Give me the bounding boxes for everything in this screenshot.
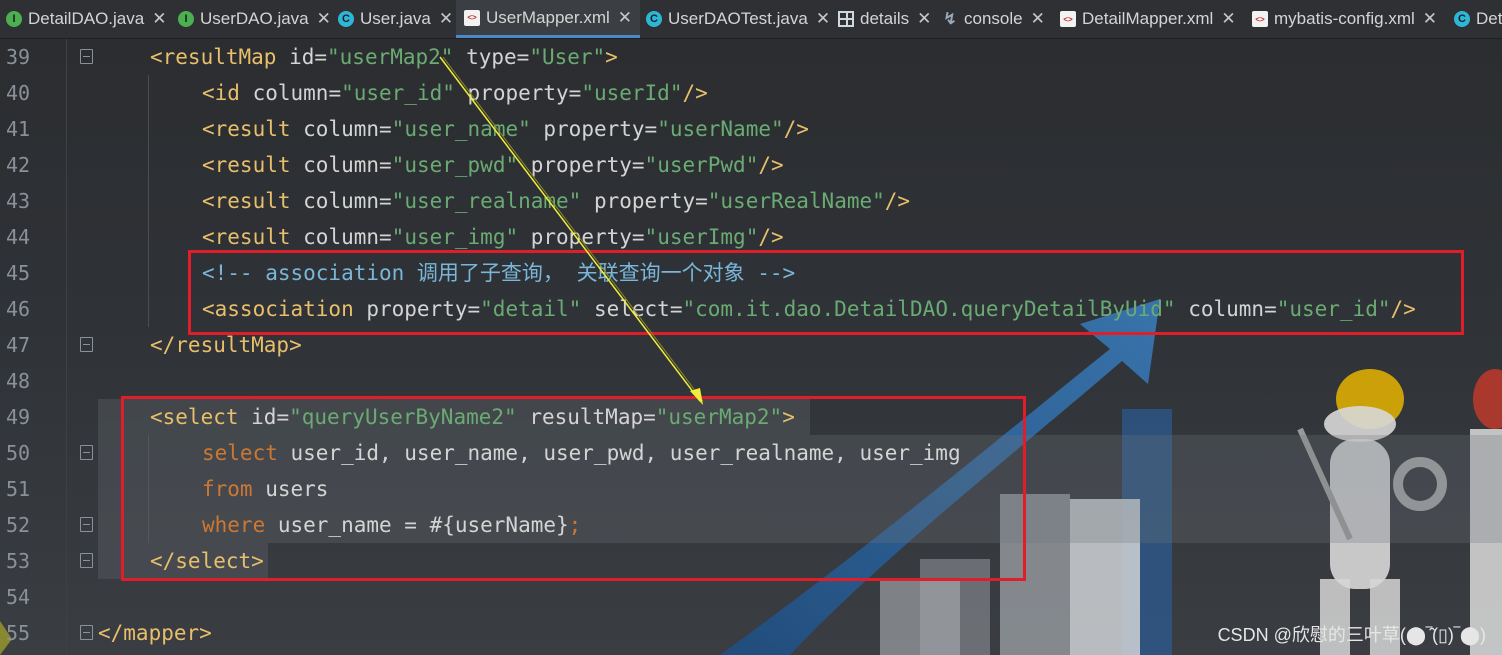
table-icon — [838, 11, 854, 27]
tab-label: mybatis-config.xml — [1274, 9, 1415, 28]
watermark-text: CSDN @欣慰的三叶草(⬤‾̑̑(▯)‾⬤) — [1217, 625, 1486, 645]
close-icon[interactable]: ✕ — [152, 9, 166, 29]
close-icon[interactable]: ✕ — [1423, 9, 1437, 29]
tab-label: UserDAOTest.java — [668, 9, 808, 28]
close-icon[interactable]: ✕ — [317, 9, 331, 29]
tab-detaildao-java[interactable]: I DetailDAO.java ✕ — [6, 0, 166, 38]
console-icon: ↯ — [943, 11, 957, 28]
interface-icon: I — [178, 11, 194, 27]
tab-userdaotest-java[interactable]: C UserDAOTest.java ✕ — [646, 0, 830, 38]
tab-label: details — [860, 9, 910, 28]
tab-label: Det — [1476, 9, 1502, 28]
close-icon[interactable]: ✕ — [439, 9, 453, 29]
tab-label: DetailMapper.xml — [1082, 9, 1214, 28]
tab-console[interactable]: ↯ console ✕ — [942, 0, 1045, 38]
tab-usermapper-xml[interactable]: <> UserMapper.xml ✕ — [456, 0, 641, 38]
tab-userdao-java[interactable]: I UserDAO.java ✕ — [178, 0, 331, 38]
tab-label: UserMapper.xml — [486, 7, 610, 27]
class-icon: C — [1454, 11, 1470, 27]
xml-file-icon: <> — [1060, 11, 1076, 27]
tab-mybatis-config-xml[interactable]: <> mybatis-config.xml ✕ — [1252, 0, 1437, 38]
interface-icon: I — [6, 11, 22, 27]
test-class-icon: C — [646, 11, 662, 27]
tab-label: DetailDAO.java — [28, 9, 145, 28]
tab-details-table[interactable]: details ✕ — [838, 0, 931, 38]
editor-tab-bar: I DetailDAO.java ✕ I UserDAO.java ✕ C Us… — [0, 0, 1502, 39]
close-icon[interactable]: ✕ — [1221, 9, 1235, 29]
class-icon: C — [338, 11, 354, 27]
tab-label: UserDAO.java — [200, 9, 309, 28]
close-icon[interactable]: ✕ — [618, 8, 632, 28]
xml-file-icon: <> — [464, 9, 480, 26]
annotation-arrow — [439, 56, 704, 405]
tab-label: console — [964, 9, 1023, 28]
xml-file-icon: <> — [1252, 11, 1268, 27]
tab-label: User.java — [360, 9, 431, 28]
close-icon[interactable]: ✕ — [917, 9, 931, 29]
close-icon[interactable]: ✕ — [1031, 9, 1045, 29]
close-icon[interactable]: ✕ — [816, 9, 830, 29]
tab-det-truncated[interactable]: C Det — [1454, 0, 1502, 38]
code-editor[interactable]: 39 <resultMap id="userMap2" type="User">… — [0, 39, 1502, 655]
tab-detailmapper-xml[interactable]: <> DetailMapper.xml ✕ — [1060, 0, 1236, 38]
tab-user-java[interactable]: C User.java ✕ — [338, 0, 453, 38]
